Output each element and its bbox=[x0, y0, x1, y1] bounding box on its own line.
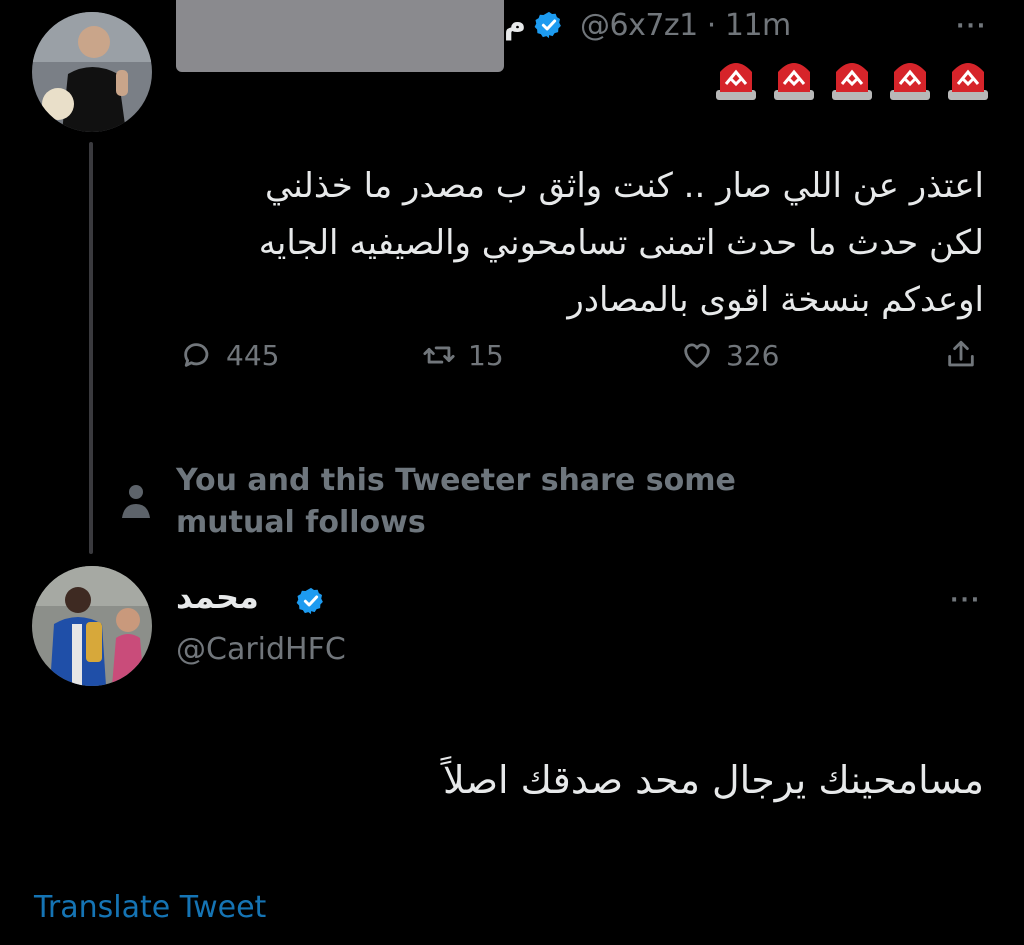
tweet-more-options-icon[interactable]: ··· bbox=[956, 14, 987, 39]
tweet-thread-view: م @6x7z1 · 11m ··· اعتذر عن اللي صار .. … bbox=[0, 0, 1024, 945]
share-icon bbox=[948, 340, 974, 367]
reply-icon bbox=[184, 343, 209, 367]
avatar-photo bbox=[32, 12, 152, 132]
police-siren-icon bbox=[830, 54, 874, 102]
reply-author-avatar[interactable] bbox=[32, 566, 152, 686]
retweet-count: 15 bbox=[468, 338, 504, 372]
reply-body: مسامحينك يرجال محد صدقك اصلاً bbox=[443, 758, 984, 802]
like-count: 326 bbox=[726, 338, 780, 372]
reply-more-options-icon[interactable]: ··· bbox=[950, 588, 981, 613]
tweet-handle-and-time[interactable]: @6x7z1 · 11m bbox=[580, 8, 791, 43]
heart-icon bbox=[684, 343, 710, 368]
person-icon bbox=[118, 482, 154, 522]
like-button[interactable]: 326 bbox=[680, 338, 779, 372]
police-siren-icon bbox=[714, 54, 758, 102]
retweet-icon bbox=[423, 346, 455, 364]
emoji-row bbox=[714, 54, 990, 102]
mutual-follows-notice: You and this Tweeter share some mutual f… bbox=[176, 460, 776, 544]
thread-connector-line bbox=[89, 142, 93, 554]
display-name-fragment: م bbox=[504, 6, 526, 41]
share-button[interactable] bbox=[944, 338, 978, 372]
verified-badge-icon bbox=[534, 10, 564, 40]
police-siren-icon bbox=[888, 54, 932, 102]
avatar-photo bbox=[32, 566, 152, 686]
mutual-follows-line: You and this Tweeter share some bbox=[176, 463, 736, 498]
reply-display-name[interactable]: محمد bbox=[176, 578, 259, 616]
reply-button[interactable]: 445 bbox=[180, 338, 279, 372]
tweet-body: اعتذر عن اللي صار .. كنت واثق ب مصدر ما … bbox=[164, 158, 984, 329]
translate-tweet-link[interactable]: Translate Tweet bbox=[34, 890, 266, 925]
verified-badge-icon bbox=[296, 586, 326, 616]
mutual-follows-line: mutual follows bbox=[176, 505, 426, 540]
author-avatar[interactable] bbox=[32, 12, 152, 132]
police-siren-icon bbox=[946, 54, 990, 102]
tweet-body-line: اعتذر عن اللي صار .. كنت واثق ب مصدر ما … bbox=[264, 166, 984, 206]
tweet-action-bar: 445 15 326 bbox=[176, 338, 992, 394]
reply-count: 445 bbox=[226, 338, 280, 372]
reply-handle[interactable]: @CaridHFC bbox=[176, 632, 346, 667]
police-siren-icon bbox=[772, 54, 816, 102]
redacted-display-name bbox=[176, 0, 504, 72]
tweet-body-line: اوعدكم بنسخة اقوى بالمصادر bbox=[567, 280, 984, 320]
retweet-button[interactable]: 15 bbox=[422, 338, 504, 372]
tweet-body-line: لكن حدث ما حدث اتمنى تسامحوني والصيفيه ا… bbox=[258, 223, 984, 263]
